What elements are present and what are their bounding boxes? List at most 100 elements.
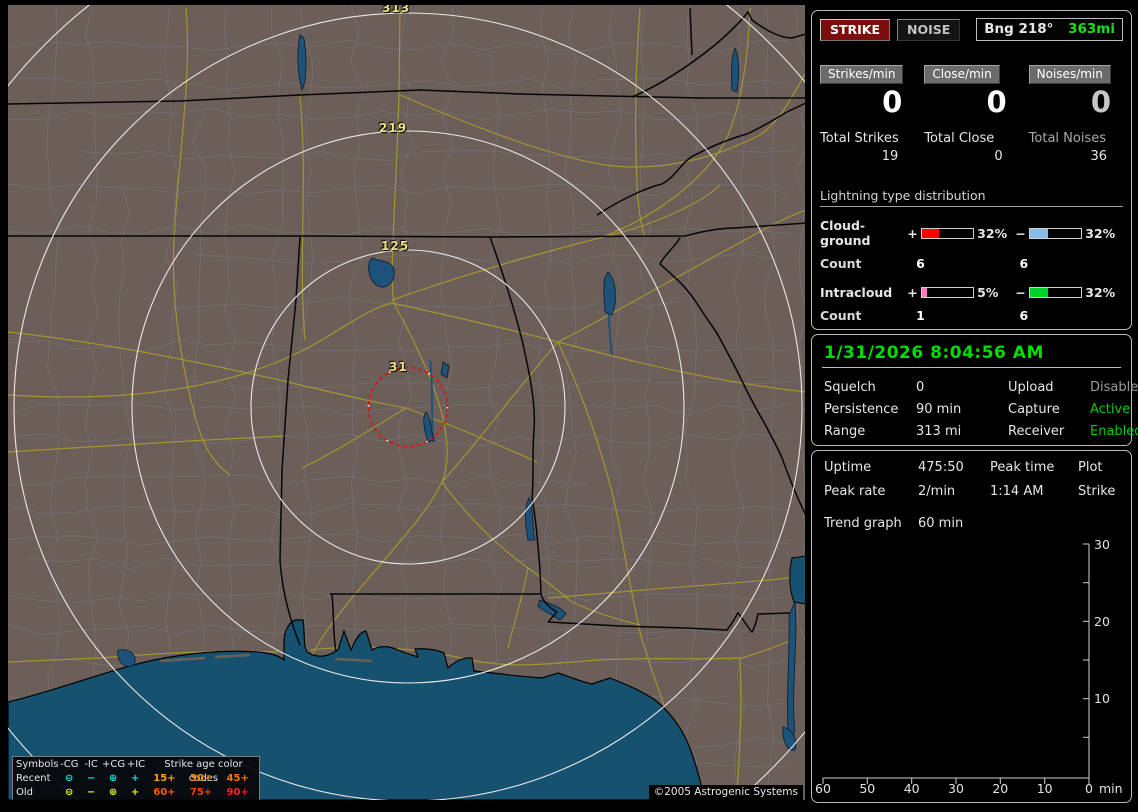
trend-graph-chart: 30 20 10 60 50 40 30 20 10 0 min	[812, 451, 1133, 804]
legend-row-label: Old	[16, 787, 33, 798]
total-close-value: 0	[994, 149, 1003, 164]
y-tick-30: 30	[1094, 537, 1110, 552]
squelch-label: Squelch	[824, 380, 876, 395]
y-tick-10: 10	[1094, 691, 1110, 706]
x-tick-20: 20	[992, 781, 1009, 796]
pos-cg-recent-icon: ⊕	[108, 773, 118, 784]
y-tick-20: 20	[1094, 614, 1110, 629]
bearing-readout: Bng 218° 363mi	[976, 18, 1123, 41]
x-tick-40: 40	[903, 781, 920, 796]
count-label: Count	[820, 256, 862, 271]
upload-label: Upload	[1008, 380, 1054, 395]
total-noises-value: 36	[1090, 149, 1107, 164]
neg-ic-old-icon: −	[86, 787, 96, 798]
total-noises-label: Total Noises	[1028, 131, 1106, 146]
noises-per-min-value: 0	[1090, 85, 1111, 119]
ic-minus-bar	[1029, 287, 1083, 298]
neg-cg-recent-icon: ⊖	[64, 773, 74, 784]
age-code-90: 90+	[226, 787, 249, 798]
persistence-label: Persistence	[824, 402, 899, 417]
count-label: Count	[820, 308, 862, 323]
trend-panel: Uptime 475:50 Peak time Plot Peak rate 2…	[811, 450, 1132, 803]
total-close-label: Total Close	[924, 131, 995, 146]
x-axis-unit: min	[1099, 781, 1123, 796]
total-strikes-label: Total Strikes	[820, 131, 899, 146]
ic-minus-percent: 32%	[1085, 285, 1116, 300]
pos-ic-old-icon: +	[130, 787, 140, 798]
close-per-min-value: 0	[986, 85, 1007, 119]
counters-panel: STRIKE NOISE Bng 218° 363mi Strikes/min …	[811, 10, 1132, 330]
upload-status: Disabled	[1090, 380, 1138, 395]
age-code-30: 30+	[189, 773, 213, 784]
trend-axes	[822, 543, 1090, 784]
plus-sign: +	[907, 285, 918, 300]
pos-ic-recent-icon: +	[130, 773, 140, 784]
legend-header-row: Symbols -CG -IC +CG +IC Strike age color…	[16, 758, 256, 784]
x-tick-60: 60	[815, 781, 831, 796]
legend-recent-row: Recent ⊖ − ⊕ + 15+ 30+ 45+	[16, 772, 256, 786]
capture-status: Active	[1090, 402, 1131, 417]
ring-label-219: 219	[379, 121, 408, 135]
pos-cg-old-icon: ⊕	[108, 787, 118, 798]
x-tick-30: 30	[948, 781, 964, 796]
legend-header-symbols: Symbols	[16, 759, 59, 770]
ring-label-31: 31	[389, 360, 408, 374]
ic-plus-bar	[921, 287, 975, 298]
minus-sign: −	[1015, 285, 1026, 300]
legend-row-label: Recent	[16, 773, 51, 784]
intracloud-label: Intracloud	[820, 285, 893, 300]
atlantic-coast	[789, 555, 805, 605]
cg-minus-percent: 32%	[1085, 225, 1116, 241]
receiver-label: Receiver	[1008, 424, 1065, 439]
neg-cg-old-icon: ⊖	[64, 787, 74, 798]
noise-mode-button[interactable]: NOISE	[897, 18, 961, 41]
receiver-status: Enabled	[1090, 424, 1138, 439]
ring-label-313: 313	[382, 5, 411, 15]
x-tick-10: 10	[1036, 781, 1053, 796]
capture-label: Capture	[1008, 402, 1060, 417]
bearing-value: Bng 218°	[984, 21, 1054, 37]
strikes-per-min-chip[interactable]: Strikes/min	[820, 65, 904, 84]
ic-plus-count: 1	[916, 308, 925, 323]
age-code-60: 60+	[153, 787, 176, 798]
noises-per-min-chip[interactable]: Noises/min	[1028, 65, 1111, 84]
age-code-75: 75+	[189, 787, 213, 798]
x-tick-50: 50	[859, 781, 876, 796]
cg-plus-bar	[921, 227, 975, 239]
datetime-display: 1/31/2026 8:04:56 AM	[822, 340, 1121, 368]
plus-sign: +	[907, 225, 918, 241]
ic-plus-percent: 5%	[977, 285, 999, 300]
legend-age-header: Strike age color codes	[164, 759, 243, 784]
range-label: Range	[824, 424, 866, 439]
symbols-legend: Symbols -CG -IC +CG +IC Strike age color…	[12, 756, 260, 800]
close-per-min-chip[interactable]: Close/min	[924, 65, 1000, 84]
lightning-map[interactable]: 313 219 125 31 Symbols -CG -IC +CG +IC S…	[8, 5, 805, 800]
cg-plus-percent: 32%	[977, 225, 1008, 241]
cg-minus-bar	[1029, 227, 1083, 239]
distribution-title: Lightning type distribution	[820, 188, 1123, 207]
age-code-45: 45+	[226, 773, 249, 784]
copyright-notice: ©2005 Astrogenic Systems	[648, 785, 803, 800]
squelch-value: 0	[916, 380, 925, 395]
legend-header-pic: +IC	[126, 759, 146, 770]
legend-header-nic: -IC	[84, 759, 98, 770]
range-value: 313 mi	[916, 424, 962, 439]
total-strikes-value: 19	[881, 149, 899, 164]
neg-ic-recent-icon: −	[86, 773, 96, 784]
cg-plus-count: 6	[916, 256, 925, 271]
cg-minus-count: 6	[1019, 256, 1029, 271]
cloud-ground-row: Cloud-ground + 32% − 32%	[820, 218, 1123, 248]
ring-label-125: 125	[381, 239, 410, 253]
intracloud-count-row: Count 1 6	[820, 308, 1123, 323]
strike-mode-button[interactable]: STRIKE	[820, 18, 891, 41]
ic-minus-count: 6	[1019, 308, 1029, 323]
legend-header-pcg: +CG	[101, 759, 126, 770]
bearing-distance: 363mi	[1068, 21, 1115, 37]
strikes-per-min-value: 0	[882, 85, 903, 119]
status-panel: 1/31/2026 8:04:56 AM Squelch 0 Upload Di…	[811, 334, 1138, 446]
legend-old-row: Old ⊖ − ⊕ + 60+ 75+ 90+	[16, 786, 256, 800]
intracloud-row: Intracloud + 5% − 32%	[820, 285, 1123, 300]
persistence-value: 90 min	[916, 402, 962, 417]
legend-header-ncg: -CG	[60, 759, 79, 770]
minus-sign: −	[1015, 225, 1026, 241]
